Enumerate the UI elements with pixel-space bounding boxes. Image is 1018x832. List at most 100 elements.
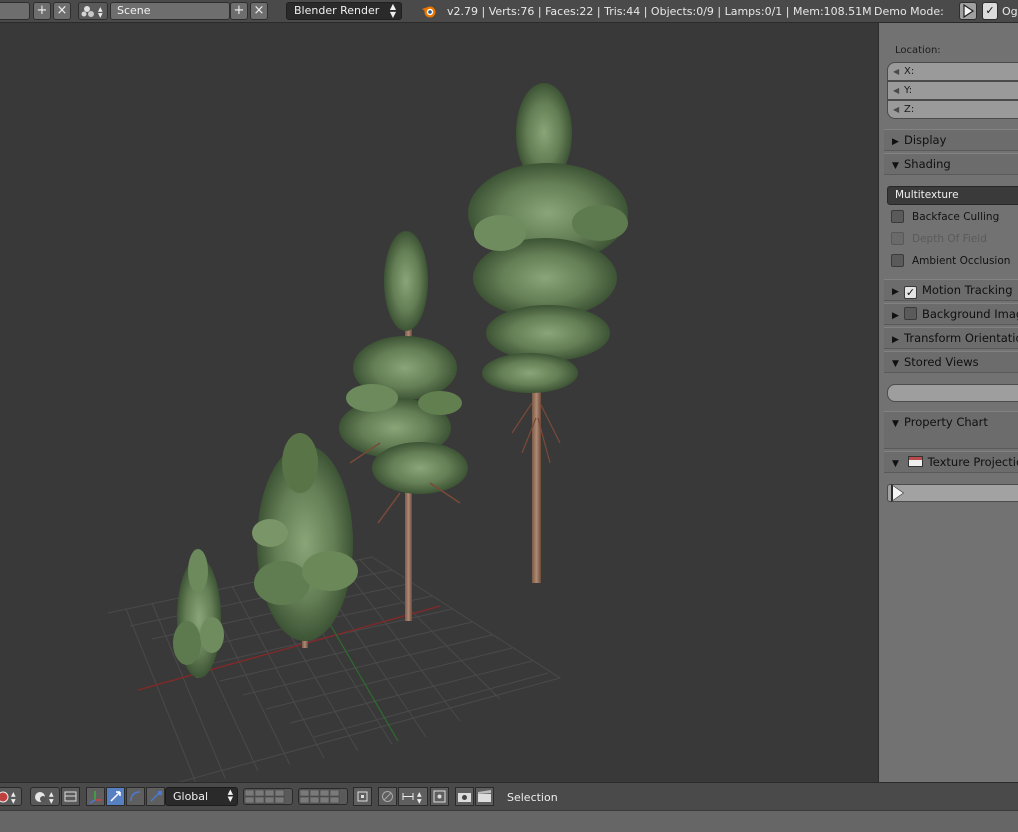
location-x-field[interactable]: ◀ X:	[887, 62, 1018, 81]
ambient-occlusion-checkbox[interactable]	[891, 254, 904, 267]
display-panel-header[interactable]: ▶ Display	[884, 129, 1018, 151]
manipulator-toggle-icon	[64, 791, 77, 802]
decrement-arrow-icon: ◀	[893, 67, 900, 76]
snap-toggle-button[interactable]	[430, 787, 449, 806]
scene-browse-button[interactable]: ▲ ▼	[78, 2, 108, 20]
screen-layout-field[interactable]	[0, 2, 30, 20]
display-label: Display	[904, 133, 947, 147]
layers-lock-icon	[357, 791, 368, 802]
proportional-editing-button[interactable]	[378, 787, 397, 806]
opengl-render-button[interactable]	[455, 787, 474, 806]
stored-views-tabs[interactable]	[887, 384, 1018, 402]
location-label: Location:	[895, 45, 941, 56]
viewport-scene	[107, 83, 628, 782]
add-screen-button[interactable]: +	[33, 2, 51, 20]
texture-projection-play-button[interactable]	[887, 484, 1018, 502]
blender-logo-icon	[422, 6, 436, 18]
3d-viewport[interactable]	[0, 23, 878, 782]
rotate-arc-icon	[130, 791, 141, 802]
plus-icon: +	[36, 3, 48, 18]
layer-grid-icon	[244, 789, 285, 804]
expanded-arrow-icon: ▼	[892, 459, 899, 469]
transform-orientations-panel-header[interactable]: ▶ Transform Orientatio	[884, 327, 1018, 349]
stored-views-panel-header[interactable]: ▼ Stored Views	[884, 351, 1018, 373]
depth-of-field-checkbox[interactable]	[891, 232, 904, 245]
close-icon: ×	[253, 3, 265, 18]
proportional-circle-icon	[382, 791, 393, 802]
shading-panel-header[interactable]: ▼ Shading	[884, 153, 1018, 175]
updown-arrows-icon: ▲ ▼	[227, 788, 233, 803]
expanded-arrow-icon: ▼	[892, 419, 899, 429]
snap-increment-icon: ▲▼	[402, 791, 422, 805]
delete-screen-button[interactable]: ×	[53, 2, 71, 20]
shading-mode-select[interactable]: Multitexture	[887, 186, 1018, 205]
location-z-field[interactable]: ◀ Z:	[887, 100, 1018, 119]
render-engine-select[interactable]: Blender Render ▲ ▼	[286, 2, 402, 20]
scene-layers-row-1[interactable]	[243, 788, 293, 805]
shading-sphere-icon: ▲▼	[0, 791, 16, 805]
rotate-manipulator-button[interactable]	[126, 787, 145, 806]
viewport-shading-select[interactable]: ▲ ▼	[0, 787, 22, 806]
decrement-arrow-icon: ◀	[893, 86, 900, 95]
motion-tracking-checkbox[interactable]: ✓	[904, 286, 917, 299]
snap-element-select[interactable]: ▲ ▼	[398, 787, 428, 806]
motion-tracking-label: Motion Tracking	[922, 283, 1013, 297]
bottom-status-strip	[0, 810, 1018, 832]
background-images-checkbox[interactable]	[904, 307, 917, 320]
check-icon: ✓	[985, 4, 995, 17]
properties-region: Location: ◀ X: ◀ Y: ◀ Z: ▶ Display ▼ Shading …	[878, 23, 1018, 782]
lock-layers-button[interactable]	[353, 787, 372, 806]
background-images-label: Background Imag	[922, 307, 1018, 321]
collapsed-arrow-icon: ▶	[892, 311, 899, 321]
scene-name-field[interactable]: Scene	[110, 2, 230, 20]
info-header: + × ▲ ▼ Scene + × Blender Render ▲ ▼ v2.7…	[0, 0, 1018, 23]
play-icon	[963, 3, 975, 19]
expanded-arrow-icon: ▼	[892, 359, 899, 369]
background-images-panel-header[interactable]: ▶ Background Imag	[884, 303, 1018, 325]
opengl-animation-button[interactable]	[475, 787, 494, 806]
blender-window: + × ▲ ▼ Scene + × Blender Render ▲ ▼ v2.7…	[0, 0, 1018, 832]
texture-projection-label: Texture Projection	[927, 455, 1018, 469]
demo-play-button[interactable]	[959, 2, 977, 20]
add-scene-button[interactable]: +	[230, 2, 248, 20]
location-x-label: X:	[904, 66, 915, 77]
texture-paint-icon	[907, 456, 923, 467]
property-chart-panel-header[interactable]: ▼ Property Chart	[884, 411, 1018, 449]
scene-layers-row-2[interactable]	[298, 788, 348, 805]
selection-label: Selection	[507, 791, 558, 804]
scale-manipulator-button[interactable]	[146, 787, 165, 806]
axis-gizmo-icon	[89, 791, 102, 804]
translate-arrow-icon	[110, 791, 121, 802]
svg-text:▼: ▼	[417, 798, 422, 805]
svg-text:▲: ▲	[417, 791, 422, 798]
decrement-arrow-icon: ◀	[893, 105, 900, 114]
location-y-field[interactable]: ◀ Y:	[887, 81, 1018, 100]
play-icon-fill	[893, 486, 903, 500]
delete-scene-button[interactable]: ×	[250, 2, 268, 20]
camera-icon	[458, 793, 471, 802]
truncated-option-label: Og	[1002, 5, 1018, 18]
demo-checkbox[interactable]: ✓	[982, 2, 998, 20]
pivot-point-select[interactable]: ▲ ▼	[30, 787, 60, 806]
backface-culling-checkbox[interactable]	[891, 210, 904, 223]
motion-tracking-panel-header[interactable]: ▶ ✓ Motion Tracking	[884, 279, 1018, 301]
collapsed-arrow-icon: ▶	[892, 287, 899, 297]
transform-orientations-label: Transform Orientatio	[904, 331, 1018, 345]
texture-projection-panel-header[interactable]: ▼ Texture Projection	[884, 451, 1018, 473]
svg-text:▼: ▼	[98, 12, 103, 19]
transform-orientation-select[interactable]: Global ▲ ▼	[165, 787, 238, 806]
proportional-edit-button[interactable]	[61, 787, 80, 806]
ambient-occlusion-label: Ambient Occlusion	[912, 255, 1011, 267]
viewport-header: ▲ ▼ ▲ ▼ Global ▲ ▼ ▲ ▼ Selection	[0, 782, 1018, 810]
expanded-arrow-icon: ▼	[892, 161, 899, 171]
pine-tree-tallest[interactable]	[468, 83, 628, 583]
backface-culling-label: Backface Culling	[912, 211, 1000, 223]
close-icon: ×	[56, 3, 68, 18]
pivot-icon: ▲▼	[35, 791, 54, 805]
pine-tree-small[interactable]	[173, 549, 224, 678]
pine-tree-tall[interactable]	[339, 231, 468, 621]
clapperboard-icon	[478, 790, 491, 802]
translate-manipulator-button[interactable]	[106, 787, 125, 806]
manipulator-toggle-button[interactable]	[86, 787, 105, 806]
scene-statistics: v2.79 | Verts:76 | Faces:22 | Tris:44 | …	[447, 5, 872, 18]
